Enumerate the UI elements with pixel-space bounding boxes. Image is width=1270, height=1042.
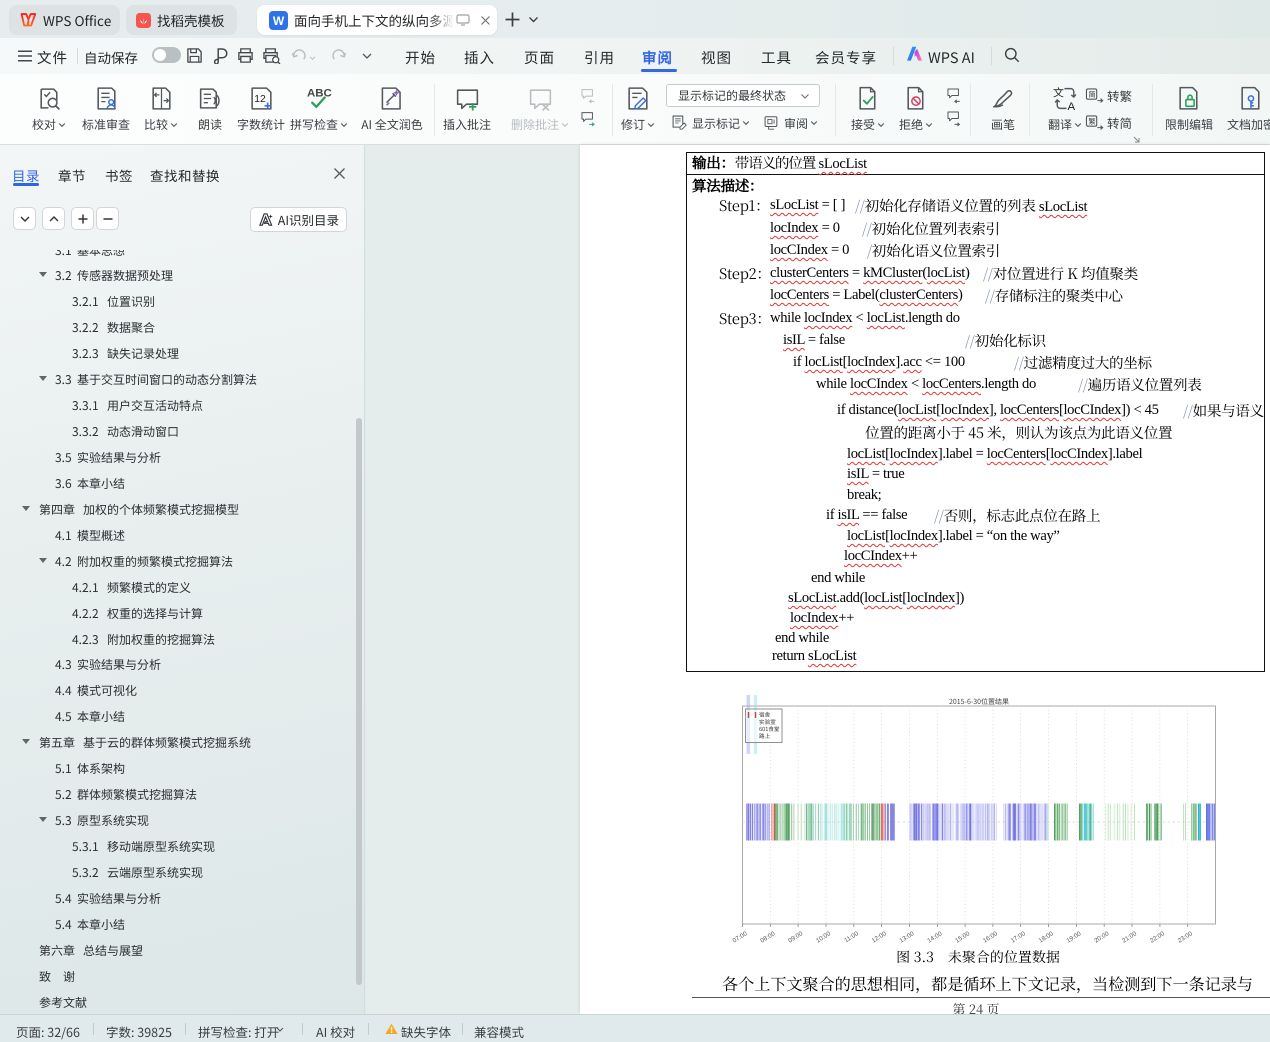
svg-text:08:00: 08:00 xyxy=(759,930,776,945)
svg-text:14:00: 14:00 xyxy=(926,930,943,945)
svg-text:10:00: 10:00 xyxy=(815,930,832,945)
svg-text:07:00: 07:00 xyxy=(731,930,748,945)
svg-text:11:00: 11:00 xyxy=(843,930,860,944)
svg-text:15:00: 15:00 xyxy=(954,930,971,945)
svg-text:17:00: 17:00 xyxy=(1010,930,1027,945)
svg-text:13:00: 13:00 xyxy=(898,930,915,945)
svg-text:19:00: 19:00 xyxy=(1065,930,1082,945)
svg-text:21:00: 21:00 xyxy=(1121,930,1138,945)
svg-text:09:00: 09:00 xyxy=(787,930,804,945)
svg-text:23:00: 23:00 xyxy=(1177,930,1194,945)
svg-text:18:00: 18:00 xyxy=(1038,930,1055,945)
svg-text:16:00: 16:00 xyxy=(982,930,999,945)
svg-text:22:00: 22:00 xyxy=(1149,930,1166,945)
svg-text:20:00: 20:00 xyxy=(1093,930,1110,945)
svg-text:2015-6-30位置结果: 2015-6-30位置结果 xyxy=(949,697,1009,707)
svg-text:12:00: 12:00 xyxy=(871,930,888,945)
svg-text:路上: 路上 xyxy=(759,732,771,740)
